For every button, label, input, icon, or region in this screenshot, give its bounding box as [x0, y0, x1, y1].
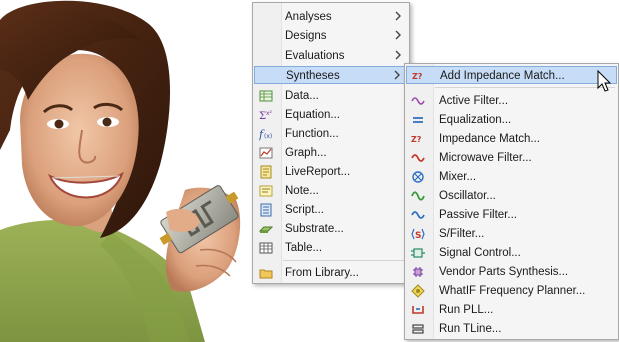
menu-separator [283, 260, 406, 261]
mixer-icon [412, 171, 424, 183]
promo-photo [0, 0, 258, 342]
note-icon [259, 185, 273, 197]
active-filter-icon [411, 97, 425, 105]
signal-control-icon [411, 248, 425, 258]
impedance-match-icon: Z? [411, 135, 422, 144]
menu-item-designs[interactable]: Designs [254, 27, 408, 45]
insert-context-menu: Analyses Designs Evaluations Syntheses D… [252, 2, 410, 284]
svg-text:x²: x² [266, 110, 273, 117]
equation-icon: Σx² [259, 110, 273, 122]
menu-item-graph[interactable]: Graph... [254, 144, 408, 162]
menu-item-from-library[interactable]: From Library... [254, 264, 408, 282]
submenu-item-signal-control[interactable]: Signal Control... [406, 244, 617, 262]
menu-item-substrate[interactable]: Substrate... [254, 220, 408, 238]
syntheses-submenu: Z? Add Impedance Match... Active Filter.… [404, 63, 619, 340]
function-icon: f (x) [259, 128, 272, 141]
svg-text:S: S [415, 231, 421, 241]
livereport-icon [260, 165, 272, 179]
table-icon [259, 242, 273, 254]
graph-icon [259, 147, 273, 159]
submenu-item-add-impedance-match[interactable]: Z? Add Impedance Match... [406, 66, 617, 84]
oscillator-icon [411, 191, 425, 201]
passive-filter-icon [411, 211, 425, 219]
chevron-right-icon [395, 11, 401, 21]
svg-text:Z?: Z? [412, 72, 423, 81]
vendor-parts-icon [413, 267, 423, 277]
woman-holding-circuit-board-illustration [0, 0, 241, 342]
submenu-item-mixer[interactable]: Mixer... [406, 168, 617, 186]
submenu-item-s-filter[interactable]: S S/Filter... [406, 225, 617, 243]
equalization-icon [413, 117, 423, 123]
folder-icon [259, 269, 273, 279]
submenu-item-whatif-frequency-planner[interactable]: WhatIF Frequency Planner... [406, 282, 617, 300]
menu-item-syntheses[interactable]: Syntheses [254, 66, 408, 84]
script-icon [260, 203, 272, 217]
submenu-item-vendor-parts-synthesis[interactable]: Vendor Parts Synthesis... [406, 263, 617, 281]
chevron-right-icon [395, 50, 401, 60]
menu-item-data[interactable]: Data... [254, 87, 408, 105]
chevron-right-icon [395, 30, 401, 40]
chevron-right-icon [394, 70, 400, 80]
submenu-item-passive-filter[interactable]: Passive Filter... [406, 206, 617, 224]
submenu-item-impedance-match[interactable]: Z? Impedance Match... [406, 130, 617, 148]
svg-text:Z?: Z? [411, 135, 422, 144]
menu-separator [435, 87, 615, 88]
menu-item-analyses[interactable]: Analyses [254, 8, 408, 26]
whatif-planner-icon [411, 284, 425, 298]
menu-item-livereport[interactable]: LiveReport... [254, 163, 408, 181]
s-filter-icon: S [411, 228, 425, 241]
mouse-pointer-icon [597, 70, 612, 92]
menu-item-script[interactable]: Script... [254, 201, 408, 219]
run-tline-icon [412, 324, 424, 334]
impedance-match-icon: Z? [412, 72, 423, 81]
submenu-item-active-filter[interactable]: Active Filter... [406, 92, 617, 110]
run-pll-icon [412, 306, 424, 314]
svg-text:(x): (x) [264, 133, 272, 140]
substrate-icon [259, 226, 273, 233]
submenu-item-run-tline[interactable]: Run TLine... [406, 320, 617, 338]
submenu-item-oscillator[interactable]: Oscillator... [406, 187, 617, 205]
menu-item-evaluations[interactable]: Evaluations [254, 47, 408, 65]
menu-item-note[interactable]: Note... [254, 182, 408, 200]
menu-item-table[interactable]: Table... [254, 239, 408, 257]
data-table-icon [259, 90, 273, 102]
submenu-item-equalization[interactable]: Equalization... [406, 111, 617, 129]
menu-item-equation[interactable]: Σx² Equation... [254, 106, 408, 124]
menu-item-function[interactable]: f (x) Function... [254, 125, 408, 143]
submenu-item-microwave-filter[interactable]: Microwave Filter... [406, 149, 617, 167]
submenu-item-run-pll[interactable]: Run PLL... [406, 301, 617, 319]
microwave-filter-icon [411, 154, 425, 162]
